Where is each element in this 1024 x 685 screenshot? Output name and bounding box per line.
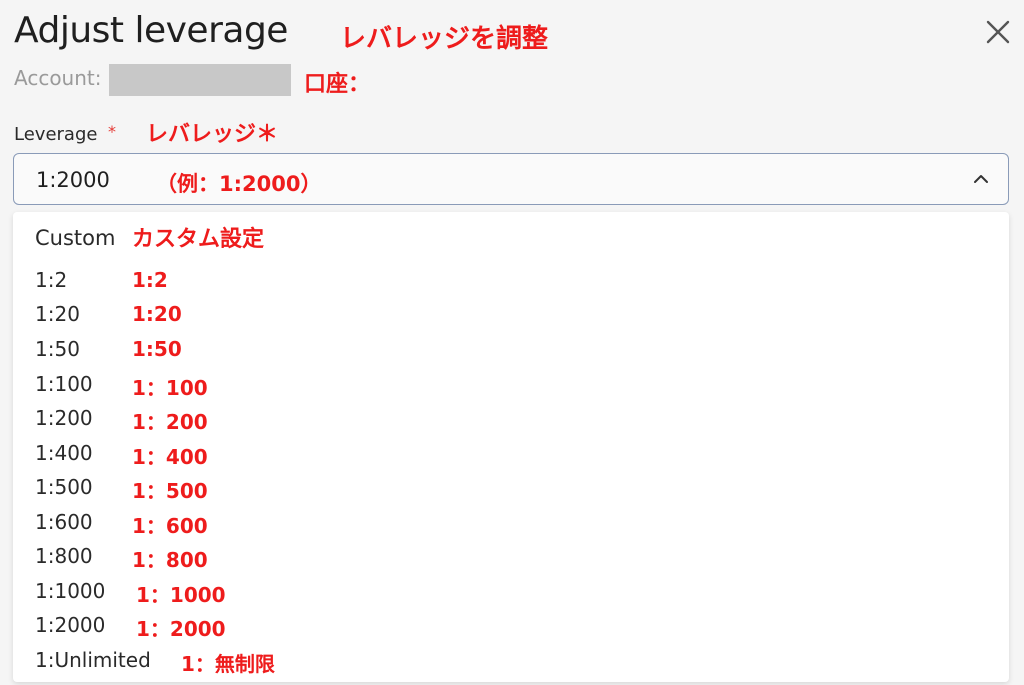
option-annotation: 1:20: [132, 302, 182, 326]
option-custom[interactable]: Custom: [35, 226, 115, 250]
option-annotation: 1:50: [132, 337, 182, 361]
option-label: 1:400: [35, 441, 93, 465]
option-annotation: 1：600: [132, 514, 208, 538]
option-label: 1:200: [35, 406, 93, 430]
option-1-400[interactable]: 1:400 1：400: [13, 437, 1009, 471]
option-label: 1:100: [35, 372, 93, 396]
option-1-200[interactable]: 1:200 1：200: [13, 402, 1009, 436]
option-annotation: 1：500: [132, 479, 208, 503]
option-label: 1:2000: [35, 613, 106, 637]
option-1-600[interactable]: 1:600 1：600: [13, 506, 1009, 540]
option-annotation: 1：200: [132, 410, 208, 434]
option-annotation: 1:2: [132, 268, 168, 292]
option-label: 1:2: [35, 268, 68, 292]
dialog-title: Adjust leverage: [14, 10, 288, 51]
dialog-title-annotation: レバレッジを調整: [340, 24, 549, 54]
option-annotation: 1：2000: [136, 617, 226, 641]
required-mark: *: [108, 122, 116, 141]
option-label: 1:20: [35, 302, 80, 326]
leverage-dropdown: Custom カスタム設定 1:2 1:2 1:20 1:20 1:50 1:5…: [13, 212, 1009, 682]
option-annotation: 1：無制限: [181, 652, 275, 676]
option-label: 1:800: [35, 544, 93, 568]
option-custom-annotation: カスタム設定: [132, 227, 265, 252]
account-value-redacted: [109, 64, 291, 96]
option-label: 1:500: [35, 475, 93, 499]
option-1-20[interactable]: 1:20 1:20: [13, 298, 1009, 332]
selected-annotation: （例：1:2000）: [156, 172, 322, 196]
leverage-select[interactable]: 1:2000 （例：1:2000）: [13, 153, 1009, 205]
chevron-up-icon[interactable]: [972, 172, 990, 186]
option-label: 1:1000: [35, 579, 106, 603]
option-annotation: 1：800: [132, 548, 208, 572]
option-1-800[interactable]: 1:800 1：800: [13, 540, 1009, 574]
option-label: 1:600: [35, 510, 93, 534]
option-1-2000[interactable]: 1:2000 1：2000: [13, 609, 1009, 643]
account-label: Account:: [14, 66, 102, 90]
account-annotation: 口座：: [304, 72, 371, 97]
selected-value: 1:2000: [36, 168, 110, 192]
close-icon[interactable]: [984, 18, 1012, 46]
option-annotation: 1：100: [132, 376, 208, 400]
option-1-500[interactable]: 1:500 1：500: [13, 471, 1009, 505]
option-1-50[interactable]: 1:50 1:50: [13, 333, 1009, 367]
leverage-annotation: レバレッジ＊: [146, 122, 279, 147]
leverage-label: Leverage: [14, 124, 98, 145]
option-1-unlimited[interactable]: 1:Unlimited 1：無制限: [13, 644, 1009, 678]
option-annotation: 1：1000: [136, 583, 226, 607]
option-1-2[interactable]: 1:2 1:2: [13, 264, 1009, 298]
option-annotation: 1：400: [132, 445, 208, 469]
option-label: 1:50: [35, 337, 80, 361]
option-1-1000[interactable]: 1:1000 1：1000: [13, 575, 1009, 609]
option-1-100[interactable]: 1:100 1：100: [13, 368, 1009, 402]
option-label: 1:Unlimited: [35, 648, 151, 672]
